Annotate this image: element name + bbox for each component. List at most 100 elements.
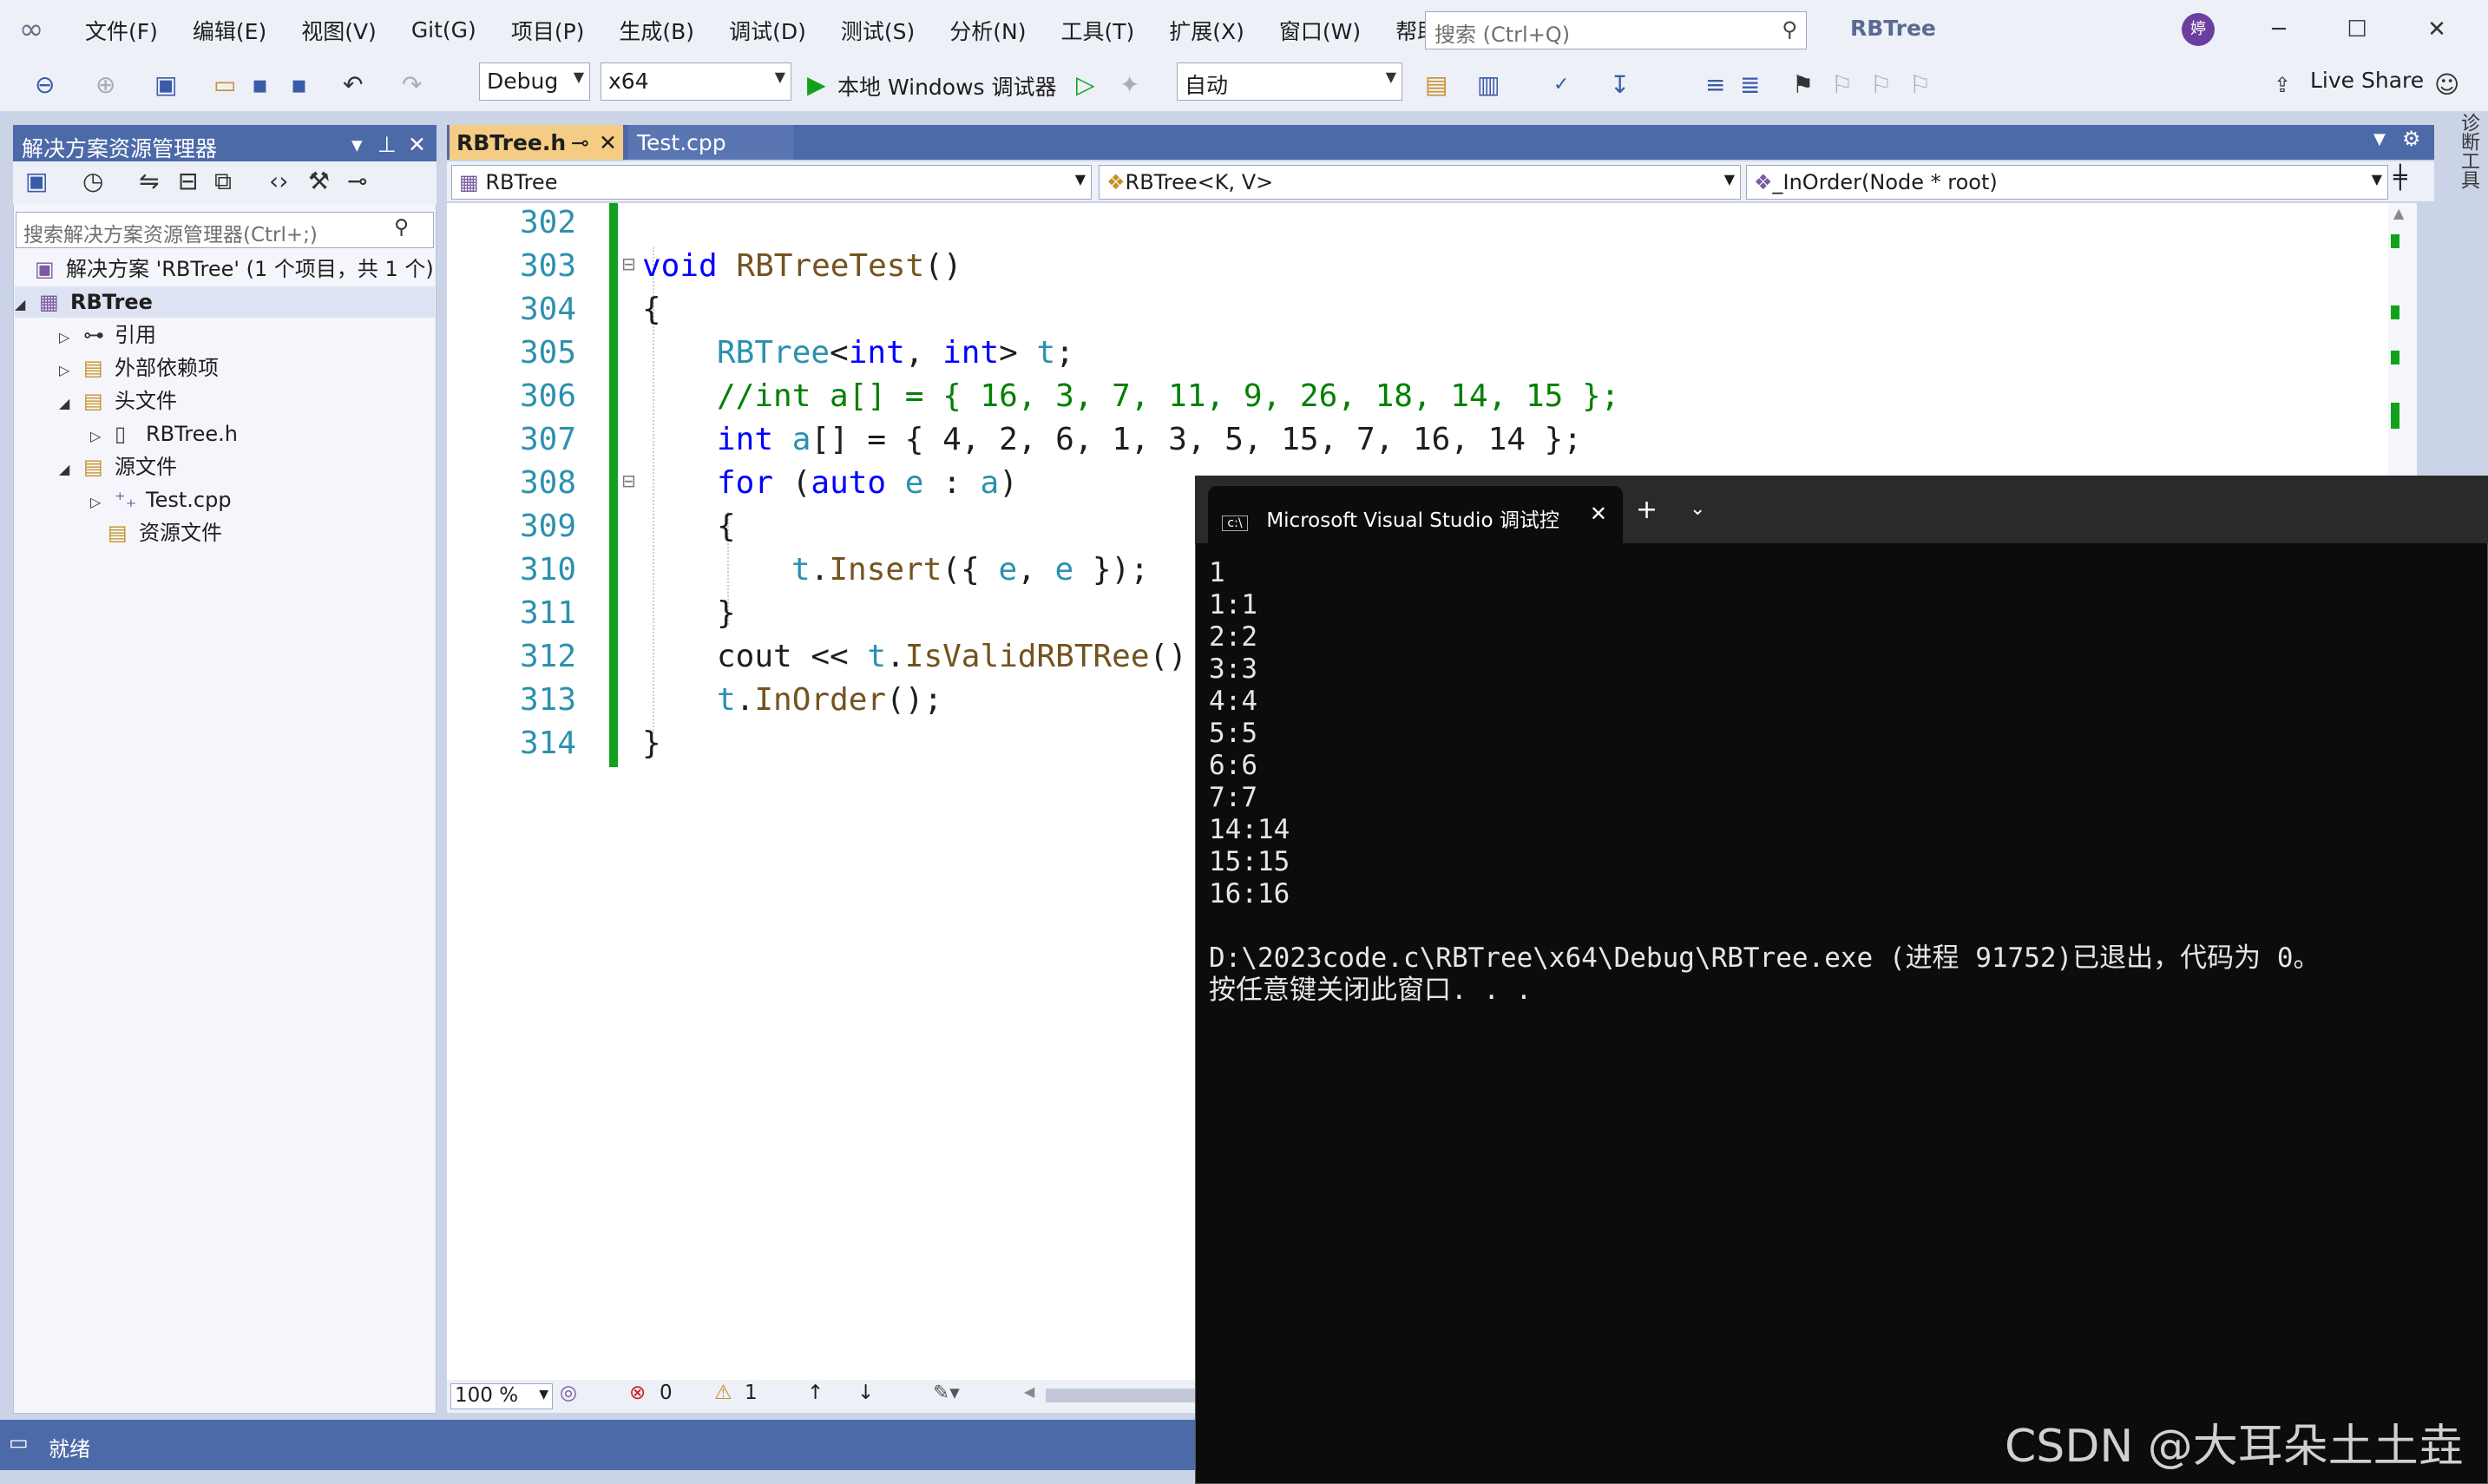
forward-icon[interactable]: ⊕ <box>95 70 115 100</box>
avatar[interactable]: 婷 <box>2182 13 2215 46</box>
tree-item-references[interactable]: ▷ ⊶ 引用 <box>59 319 156 351</box>
feedback-icon[interactable]: ☺ <box>2434 70 2459 100</box>
spell-check-icon[interactable]: ✓ <box>1553 70 1569 100</box>
tab-overflow-icon[interactable]: ▼ <box>2373 130 2386 148</box>
indent-icon[interactable]: ≡ <box>1705 70 1725 100</box>
bookmark-prev-icon[interactable]: ⚐ <box>1831 70 1853 100</box>
solution-search-input[interactable]: 搜索解决方案资源管理器(Ctrl+;) ⚲ <box>16 212 434 248</box>
close-tab-icon[interactable]: ✕ <box>599 130 617 155</box>
menu-tools[interactable]: 工具(T) <box>1043 15 1152 46</box>
tree-item-external-deps[interactable]: ▷ ▤ 外部依赖项 <box>59 352 219 384</box>
history-icon[interactable]: ◷ <box>82 167 103 196</box>
step-icon[interactable]: ↧ <box>1610 70 1630 100</box>
tree-item-source-files[interactable]: ◢ ▤ 源文件 <box>59 451 177 483</box>
menu-extensions[interactable]: 扩展(X) <box>1152 15 1262 46</box>
hot-reload-icon[interactable]: ✦ <box>1119 70 1139 100</box>
collapse-region-icon[interactable]: ⊟ <box>621 253 636 274</box>
auto-select[interactable]: 自动 ▼ <box>1177 62 1402 101</box>
folder-icon[interactable]: ▤ <box>1425 70 1448 100</box>
start-without-debug-icon[interactable]: ▷ <box>1076 70 1095 100</box>
maximize-icon[interactable]: ☐ <box>2331 9 2383 50</box>
tree-item-project[interactable]: ◢ ▦ RBTree <box>15 286 435 318</box>
cleanup-icon[interactable]: ✎▾ <box>933 1382 960 1404</box>
tree-label: RBTree.h <box>146 422 238 446</box>
collapse-icon[interactable]: ⊟ <box>178 167 198 196</box>
next-issue-icon[interactable]: ↓ <box>857 1382 874 1404</box>
show-all-icon[interactable]: ⧉ <box>214 167 232 196</box>
tab-test-cpp[interactable]: Test.cpp <box>628 125 793 160</box>
tree-item-solution[interactable]: ▣ 解决方案 'RBTree' (1 个项目，共 1 个) <box>35 253 434 285</box>
tree-item-rbtree-h[interactable]: ▷ ▯ RBTree.h <box>90 418 238 450</box>
tree-item-header-files[interactable]: ◢ ▤ 头文件 <box>59 385 177 417</box>
settings-icon[interactable]: ⚙ <box>2402 127 2421 151</box>
pin-icon[interactable]: ⊥ <box>377 132 397 157</box>
menu-test[interactable]: 测试(S) <box>824 15 932 46</box>
pin-icon[interactable]: ⊸ <box>571 130 589 155</box>
save-all-icon[interactable]: ▪ <box>291 70 307 100</box>
save-icon[interactable]: ▪ <box>252 70 268 100</box>
dropdown-icon[interactable]: ▾ <box>351 132 363 157</box>
live-share-button[interactable]: Live Share <box>2310 68 2424 93</box>
error-icon[interactable]: ⊗ <box>629 1382 646 1404</box>
layout-icon[interactable]: ▥ <box>1477 70 1500 100</box>
menu-file[interactable]: 文件(F) <box>68 15 175 46</box>
tree-item-resource-files[interactable]: ▤ 资源文件 <box>83 517 222 548</box>
expanded-icon: ◢ <box>15 296 26 312</box>
diagnostic-tools-tab[interactable]: 诊断工具 <box>2430 113 2482 217</box>
open-folder-icon[interactable]: ▭ <box>213 70 236 100</box>
home-icon[interactable]: ▣ <box>25 167 48 196</box>
menu-analyze[interactable]: 分析(N) <box>932 15 1043 46</box>
scroll-left-icon[interactable]: ◀ <box>1024 1383 1034 1400</box>
menu-edit[interactable]: 编辑(E) <box>175 15 284 46</box>
bookmark-icon[interactable]: ⚑ <box>1792 70 1814 100</box>
new-tab-icon[interactable]: + <box>1636 495 1658 525</box>
undo-icon[interactable]: ↶ <box>343 70 363 100</box>
warning-icon[interactable]: ⚠ <box>714 1382 732 1404</box>
configuration-select[interactable]: Debug ▼ <box>479 62 590 101</box>
platform-select[interactable]: x64 ▼ <box>601 62 791 101</box>
scroll-up-icon[interactable]: ▲ <box>2393 205 2404 221</box>
bookmark-clear-icon[interactable]: ⚐ <box>1909 70 1931 100</box>
close-tab-icon[interactable]: ✕ <box>1590 502 1607 526</box>
menu-project[interactable]: 项目(P) <box>494 15 602 46</box>
preview-icon[interactable]: ⊸ <box>347 167 367 196</box>
search-input[interactable]: 搜索 (Ctrl+Q) ⚲ <box>1425 11 1807 49</box>
bookmark-next-icon[interactable]: ⚐ <box>1870 70 1892 100</box>
comment-icon[interactable]: ≣ <box>1740 70 1760 100</box>
chevron-down-icon: ▼ <box>539 1388 548 1402</box>
start-debug-icon[interactable]: ▶ <box>807 70 826 100</box>
properties-icon[interactable]: ⚒ <box>308 167 330 196</box>
back-icon[interactable]: ⊖ <box>35 70 55 100</box>
collapse-region-icon[interactable]: ⊟ <box>621 470 636 491</box>
tree-item-test-cpp[interactable]: ▷ ⁺₊ Test.cpp <box>90 484 232 515</box>
type-value: RBTree<K, V> <box>1125 170 1274 194</box>
new-project-icon[interactable]: ▣ <box>154 70 177 100</box>
split-icon[interactable]: ╪ <box>2393 165 2407 191</box>
auto-value: 自动 <box>1185 73 1229 98</box>
zoom-select[interactable]: 100 % ▼ <box>450 1383 553 1409</box>
menu-view[interactable]: 视图(V) <box>284 15 394 46</box>
minimize-icon[interactable]: ─ <box>2253 9 2305 50</box>
close-panel-icon[interactable]: ✕ <box>408 132 426 157</box>
horizontal-scrollbar[interactable] <box>1046 1389 1202 1402</box>
run-debugger-button[interactable]: 本地 Windows 调试器 <box>837 70 1057 102</box>
member-select[interactable]: ❖_InOrder(Node * root) ▼ <box>1746 165 2388 200</box>
sync-icon[interactable]: ⇋ <box>139 167 159 196</box>
redo-icon[interactable]: ↷ <box>402 70 422 100</box>
console-tab[interactable]: c:\ Microsoft Visual Studio 调试控 ✕ <box>1208 486 1623 543</box>
code-view-icon[interactable]: ‹› <box>269 167 288 196</box>
previous-issue-icon[interactable]: ↑ <box>807 1382 824 1404</box>
tab-rbtree-h[interactable]: RBTree.h ⊸ ✕ <box>450 125 623 160</box>
change-tracking-bar <box>609 203 618 767</box>
visual-studio-logo-icon[interactable]: ∞ <box>19 15 56 44</box>
health-icon[interactable]: ◎ <box>560 1382 577 1404</box>
menu-git[interactable]: Git(G) <box>394 17 494 43</box>
menu-window[interactable]: 窗口(W) <box>1262 15 1378 46</box>
chevron-down-icon[interactable]: ⌄ <box>1690 498 1705 520</box>
menu-debug[interactable]: 调试(D) <box>712 15 824 46</box>
menu-build[interactable]: 生成(B) <box>601 15 712 46</box>
type-select[interactable]: ❖RBTree<K, V> ▼ <box>1099 165 1741 200</box>
scope-select[interactable]: ▦ RBTree ▼ <box>451 165 1092 200</box>
close-icon[interactable]: ✕ <box>2411 9 2463 50</box>
live-share-icon[interactable]: ⇪ <box>2274 70 2291 100</box>
